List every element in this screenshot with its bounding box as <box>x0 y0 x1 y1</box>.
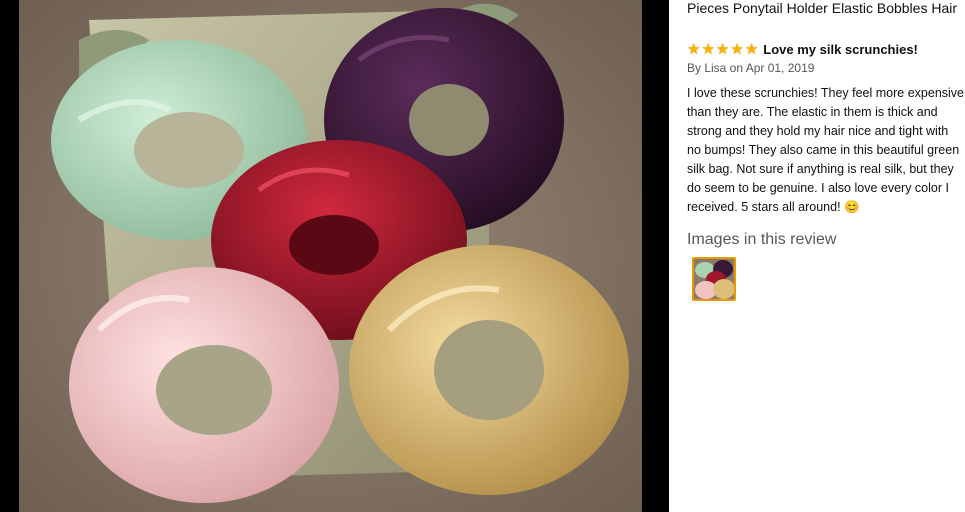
star-icon: ★ <box>687 40 701 58</box>
image-viewer <box>0 0 669 512</box>
scrunchie-gold <box>349 245 629 495</box>
review-headline: Love my silk scrunchies! <box>763 41 918 57</box>
review-byline: By Lisa on Apr 01, 2019 <box>687 61 815 75</box>
product-title[interactable]: Pieces Ponytail Holder Elastic Bobbles H… <box>687 0 965 17</box>
star-icon: ★ <box>701 40 715 58</box>
review-body: I love these scrunchies! They feel more … <box>687 86 964 214</box>
review-image-thumbnail[interactable] <box>692 257 736 301</box>
star-icon: ★ <box>730 40 744 58</box>
rating-row: ★ ★ ★ ★ ★ Love my silk scrunchies! <box>687 40 918 58</box>
star-icon: ★ <box>715 40 730 58</box>
star-icon: ★ <box>744 40 759 58</box>
images-heading: Images in this review <box>687 231 837 248</box>
star-rating: ★ ★ ★ ★ ★ <box>687 42 758 57</box>
thumbnail-image <box>694 259 734 299</box>
review-photo <box>19 0 642 512</box>
scrunchie-pink <box>69 267 339 503</box>
scrunchies-photo <box>19 0 642 512</box>
review-panel: Pieces Ponytail Holder Elastic Bobbles H… <box>669 0 965 512</box>
